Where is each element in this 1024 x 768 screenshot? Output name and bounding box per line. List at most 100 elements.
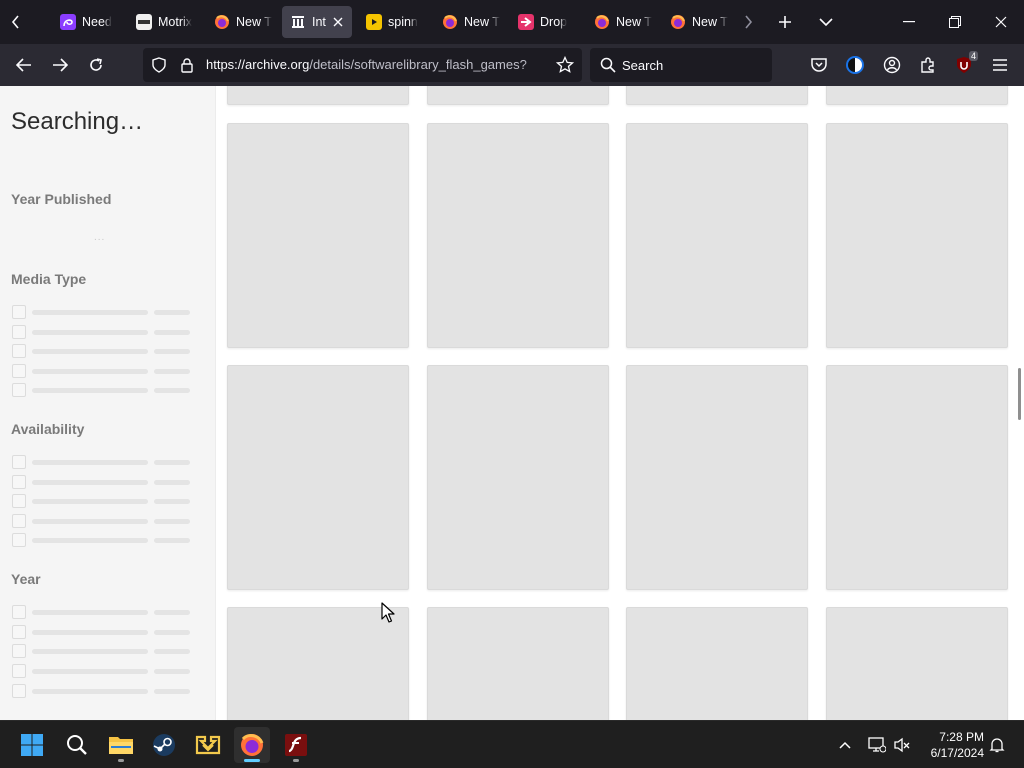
notifications-button[interactable]: [985, 733, 1009, 757]
tab-close-button[interactable]: [330, 14, 346, 30]
network-button[interactable]: [865, 733, 889, 757]
network-icon: [868, 737, 886, 753]
back-button[interactable]: [8, 49, 40, 81]
tab-drop[interactable]: Drop: [510, 6, 582, 38]
tab-new-tab-3[interactable]: New T: [586, 6, 658, 38]
extensions-button[interactable]: [912, 49, 944, 81]
tab-new-tab-1[interactable]: New T: [206, 6, 278, 38]
placeholder-checkbox[interactable]: [12, 533, 26, 547]
placeholder-checkbox[interactable]: [12, 455, 26, 469]
ublock-origin-button[interactable]: 4: [948, 49, 980, 81]
facet-placeholder-row: [11, 475, 191, 489]
placeholder-checkbox[interactable]: [12, 383, 26, 397]
facet-title-availability[interactable]: Availability: [11, 421, 84, 437]
windows-logo-icon: [21, 734, 43, 756]
placeholder-checkbox[interactable]: [12, 664, 26, 678]
pocket-icon: [811, 58, 827, 72]
minimize-button[interactable]: [886, 0, 932, 44]
scroll-tabs-left-button[interactable]: [0, 0, 32, 44]
tab-need[interactable]: Need: [52, 6, 124, 38]
result-tile-placeholder[interactable]: [826, 86, 1008, 105]
chevron-down-icon: [819, 18, 833, 27]
restore-button[interactable]: [932, 0, 978, 44]
search-icon: [67, 735, 87, 755]
game-app-button[interactable]: [190, 727, 226, 763]
taskbar-search-button[interactable]: [59, 727, 95, 763]
page-scrollbar-thumb[interactable]: [1018, 368, 1021, 420]
placeholder-checkbox[interactable]: [12, 364, 26, 378]
facet-title-media-type[interactable]: Media Type: [11, 271, 86, 287]
firefox-taskbar-button[interactable]: [234, 727, 270, 763]
steam-button[interactable]: [146, 727, 182, 763]
result-tile-placeholder[interactable]: [826, 365, 1008, 590]
list-all-tabs-button[interactable]: [806, 0, 846, 44]
search-bar[interactable]: [590, 48, 772, 82]
start-button[interactable]: [14, 727, 50, 763]
facet-placeholder-row: [11, 455, 191, 469]
mouse-pointer-icon: [381, 602, 395, 623]
url-text[interactable]: https://archive.org/details/softwarelibr…: [206, 57, 551, 72]
volume-button[interactable]: [890, 733, 914, 757]
search-input[interactable]: [622, 56, 762, 74]
lock-icon[interactable]: [179, 57, 195, 73]
placeholder-checkbox[interactable]: [12, 605, 26, 619]
tracking-protection-shield-icon[interactable]: [151, 57, 167, 73]
clock-date: 6/17/2024: [930, 746, 984, 760]
facet-title-year-published[interactable]: Year Published: [11, 191, 111, 207]
placeholder-checkbox[interactable]: [12, 305, 26, 319]
placeholder-checkbox[interactable]: [12, 325, 26, 339]
dark-reader-extension-button[interactable]: [839, 49, 871, 81]
facet-title-year[interactable]: Year: [11, 571, 41, 587]
result-tile-placeholder[interactable]: [626, 86, 808, 105]
arrow-right-icon: [53, 58, 68, 72]
scroll-tabs-right-button[interactable]: [728, 0, 768, 44]
close-window-button[interactable]: [978, 0, 1024, 44]
placeholder-checkbox[interactable]: [12, 644, 26, 658]
result-tile-placeholder[interactable]: [427, 607, 609, 720]
flash-player-button[interactable]: [278, 727, 314, 763]
firefox-icon: [214, 14, 230, 30]
tab-new-tab-4[interactable]: New T: [662, 6, 734, 38]
yellow-arrows-app-icon: [195, 735, 221, 755]
system-clock[interactable]: 7:28 PM 6/17/2024: [918, 729, 984, 761]
open-menu-button[interactable]: [984, 49, 1016, 81]
archive-icon: [290, 14, 306, 30]
address-bar[interactable]: https://archive.org/details/softwarelibr…: [143, 48, 582, 82]
tab-title: New T: [236, 15, 272, 29]
result-tile-placeholder[interactable]: [427, 365, 609, 590]
result-tile-placeholder[interactable]: [227, 86, 409, 105]
close-icon: [333, 17, 343, 27]
tab-internet-archive[interactable]: Int: [282, 6, 352, 38]
bookmark-star-button[interactable]: [555, 55, 575, 74]
tab-motrix[interactable]: Motrix: [128, 6, 202, 38]
tab-new-tab-2[interactable]: New T: [434, 6, 506, 38]
result-tile-placeholder[interactable]: [227, 365, 409, 590]
search-icon: [600, 57, 616, 73]
result-tile-placeholder[interactable]: [626, 607, 808, 720]
tab-title: New T: [692, 15, 728, 29]
save-to-pocket-button[interactable]: [803, 49, 835, 81]
placeholder-checkbox[interactable]: [12, 494, 26, 508]
new-tab-button[interactable]: [765, 0, 805, 44]
puzzle-piece-icon: [921, 57, 934, 73]
result-tile-placeholder[interactable]: [826, 123, 1008, 348]
show-hidden-icons-button[interactable]: [833, 733, 857, 757]
facet-placeholder-row: [11, 684, 191, 698]
file-explorer-button[interactable]: [103, 727, 139, 763]
reload-button[interactable]: [80, 49, 112, 81]
forward-button[interactable]: [44, 49, 76, 81]
placeholder-checkbox[interactable]: [12, 684, 26, 698]
result-tile-placeholder[interactable]: [626, 365, 808, 590]
result-tile-placeholder[interactable]: [626, 123, 808, 348]
result-tile-placeholder[interactable]: [427, 123, 609, 348]
placeholder-checkbox[interactable]: [12, 514, 26, 528]
result-tile-placeholder[interactable]: [227, 123, 409, 348]
placeholder-checkbox[interactable]: [12, 344, 26, 358]
tab-spinn[interactable]: spinn: [358, 6, 430, 38]
facet-placeholder-row: [11, 533, 191, 547]
placeholder-checkbox[interactable]: [12, 475, 26, 489]
placeholder-checkbox[interactable]: [12, 625, 26, 639]
account-button[interactable]: [876, 49, 908, 81]
result-tile-placeholder[interactable]: [826, 607, 1008, 720]
result-tile-placeholder[interactable]: [427, 86, 609, 105]
